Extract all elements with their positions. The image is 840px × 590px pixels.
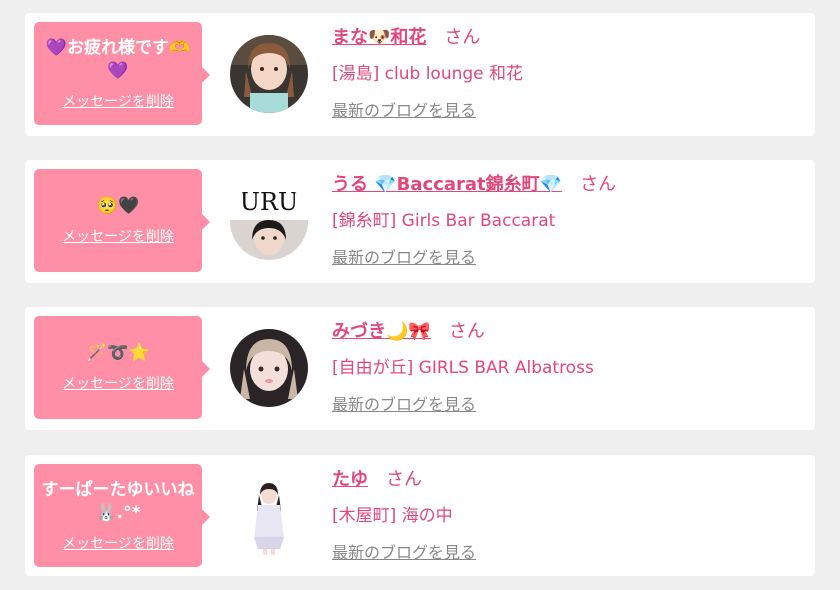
avatar[interactable] [230, 477, 308, 555]
message-list: 💜お疲れ様です🫶💜 メッセージを削除 まな🐶和花 さん [湯島] club lo… [0, 0, 840, 590]
delete-message-link[interactable]: メッセージを削除 [62, 533, 174, 553]
message-bubble: すーぱーたゆいいね🐰.°* メッセージを削除 [34, 464, 210, 567]
message-card: すーぱーたゆいいね🐰.°* メッセージを削除 たゆ さん [木屋町] 海の中 最… [25, 455, 815, 576]
sender-info: うる 💎Baccarat錦糸町💎 さん [錦糸町] Girls Bar Bacc… [332, 170, 616, 268]
honorific: さん [448, 321, 485, 342]
latest-blog-link[interactable]: 最新のブログを見る [332, 244, 616, 268]
avatar[interactable]: URU [230, 182, 308, 260]
message-text: すーぱーたゆいいね🐰.°* [41, 479, 195, 523]
message-card: 💜お疲れ様です🫶💜 メッセージを削除 まな🐶和花 さん [湯島] club lo… [25, 13, 815, 136]
shop-name: [錦糸町] Girls Bar Baccarat [332, 211, 556, 231]
avatar-logo-text: URU [240, 188, 299, 216]
message-text: 💜お疲れ様です🫶💜 [45, 37, 191, 81]
sender-info: たゆ さん [木屋町] 海の中 最新のブログを見る [332, 465, 476, 563]
delete-message-link[interactable]: メッセージを削除 [62, 373, 174, 393]
message-bubble: 💜お疲れ様です🫶💜 メッセージを削除 [34, 22, 210, 125]
message-text: 🥺🖤 [96, 196, 140, 216]
latest-blog-link[interactable]: 最新のブログを見る [332, 391, 594, 415]
sender-name-link[interactable]: うる 💎Baccarat錦糸町💎 [332, 170, 562, 196]
message-bubble: 🥺🖤 メッセージを削除 [34, 169, 210, 272]
shop-name: [自由が丘] GIRLS BAR Albatross [332, 358, 594, 378]
avatar[interactable] [230, 329, 308, 407]
message-bubble: 🪄➰⭐️ メッセージを削除 [34, 316, 210, 419]
honorific: さん [580, 174, 617, 195]
message-text: 🪄➰⭐️ [86, 343, 150, 363]
honorific: さん [386, 469, 422, 490]
delete-message-link[interactable]: メッセージを削除 [62, 91, 174, 111]
sender-info: みづき🌙🎀 さん [自由が丘] GIRLS BAR Albatross 最新のブ… [332, 317, 594, 415]
sender-info: まな🐶和花 さん [湯島] club lounge 和花 最新のブログを見る [332, 23, 523, 121]
message-card: 🥺🖤 メッセージを削除 URU うる 💎Baccarat錦糸町💎 さん [錦糸町… [25, 160, 815, 283]
sender-name-link[interactable]: みづき🌙🎀 [332, 317, 431, 343]
shop-name: [湯島] club lounge 和花 [332, 64, 524, 84]
avatar[interactable] [230, 35, 308, 113]
sender-name-link[interactable]: まな🐶和花 [332, 23, 426, 49]
honorific: さん [444, 27, 481, 48]
sender-name-link[interactable]: たゆ [332, 465, 368, 491]
latest-blog-link[interactable]: 最新のブログを見る [332, 97, 523, 121]
delete-message-link[interactable]: メッセージを削除 [62, 226, 174, 246]
message-card: 🪄➰⭐️ メッセージを削除 みづき🌙🎀 さん [自由が丘] GIRLS BAR … [25, 307, 815, 430]
latest-blog-link[interactable]: 最新のブログを見る [332, 539, 476, 563]
shop-name: [木屋町] 海の中 [332, 506, 453, 526]
